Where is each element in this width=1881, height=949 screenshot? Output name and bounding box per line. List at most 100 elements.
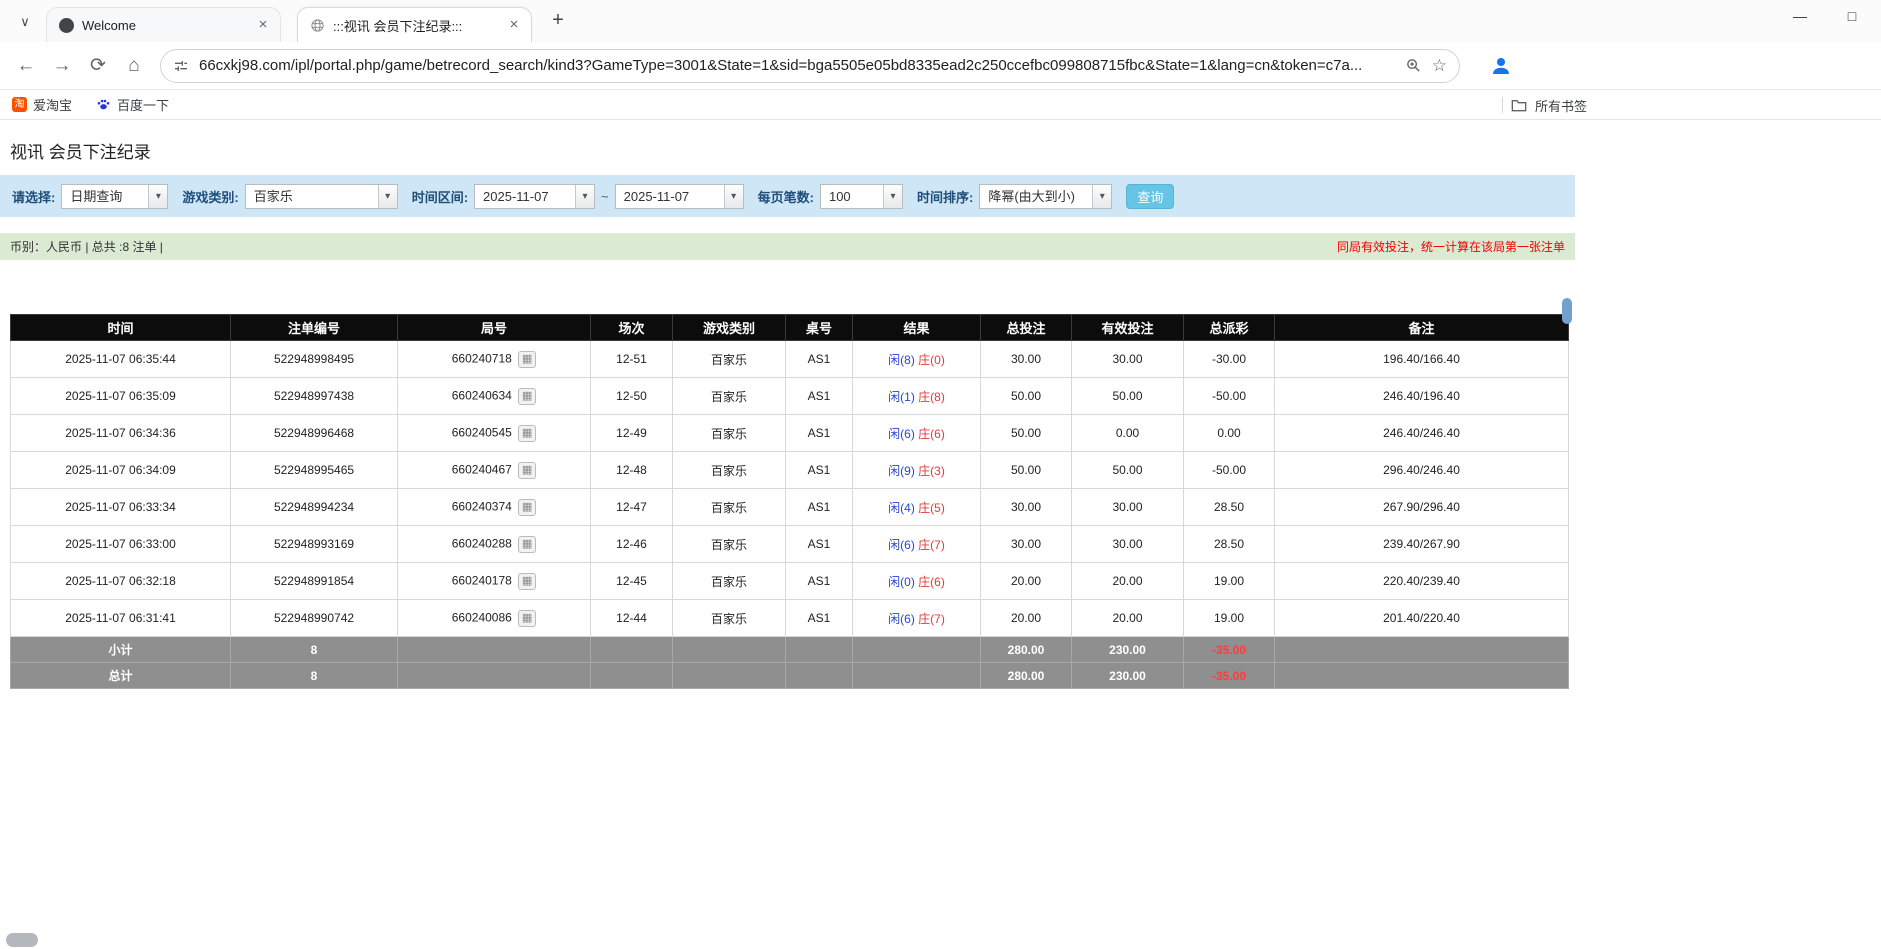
bookmark-star-icon[interactable]: ☆ <box>1432 56 1447 76</box>
result-player: 闲(0) <box>888 575 915 589</box>
selected-value: 100 <box>821 185 883 208</box>
replay-card-icon[interactable]: ▦ <box>518 425 536 442</box>
cell-remark: 296.40/246.40 <box>1275 452 1569 489</box>
cell-valid-bet: 30.00 <box>1072 341 1184 378</box>
cell-result: 闲(6) 庄(6) <box>853 415 981 452</box>
cell-game: 百家乐 <box>673 600 786 637</box>
cell-table: AS1 <box>786 378 853 415</box>
chevron-down-icon[interactable]: ▾ <box>378 185 397 208</box>
date-to-select[interactable]: 2025-11-07 ▾ <box>615 184 744 209</box>
result-player: 闲(6) <box>888 612 915 626</box>
cell-remark: 220.40/239.40 <box>1275 563 1569 600</box>
empty-cell <box>591 663 673 689</box>
filter-label-select: 请选择: <box>12 187 55 206</box>
selected-value: 2025-11-07 <box>616 185 724 208</box>
filter-label-sort: 时间排序: <box>917 187 973 206</box>
result-banker: 庄(8) <box>918 390 945 404</box>
cell-result: 闲(1) 庄(8) <box>853 378 981 415</box>
replay-card-icon[interactable]: ▦ <box>518 351 536 368</box>
cell-payout: -50.00 <box>1184 378 1275 415</box>
cell-session: 12-45 <box>591 563 673 600</box>
bet-records-table: 时间注单编号局号场次游戏类别桌号结果总投注有效投注总派彩备注 2025-11-0… <box>10 314 1569 689</box>
round-number: 660240178 <box>452 573 512 587</box>
empty-cell <box>786 637 853 663</box>
replay-card-icon[interactable]: ▦ <box>518 499 536 516</box>
home-button[interactable]: ⌂ <box>116 48 152 84</box>
empty-cell <box>1275 663 1569 689</box>
cell-total-bet: 30.00 <box>981 526 1072 563</box>
query-type-select[interactable]: 日期查询 ▾ <box>61 184 168 209</box>
tab-title: :::视讯 会员下注纪录::: <box>333 16 497 35</box>
table-row: 2025-11-07 06:31:41 522948990742 6602400… <box>11 600 1569 637</box>
globe-icon <box>310 18 325 33</box>
reload-button[interactable]: ⟳ <box>80 48 116 84</box>
chevron-down-icon[interactable]: ▾ <box>724 185 743 208</box>
bookmark-taobao[interactable]: 淘 爱淘宝 <box>12 95 72 114</box>
cell-bet-id: 522948993169 <box>231 526 398 563</box>
url-text: 66cxkj98.com/ipl/portal.php/game/betreco… <box>199 57 1395 74</box>
tab-search-button[interactable]: ∨ <box>12 9 38 35</box>
chevron-down-icon[interactable]: ▾ <box>1092 185 1111 208</box>
replay-card-icon[interactable]: ▦ <box>518 388 536 405</box>
maximize-button[interactable]: □ <box>1841 8 1863 24</box>
chevron-down-icon[interactable]: ▾ <box>148 185 167 208</box>
chevron-down-icon[interactable]: ▾ <box>883 185 902 208</box>
cell-bet-id: 522948998495 <box>231 341 398 378</box>
result-banker: 庄(0) <box>918 353 945 367</box>
round-number: 660240086 <box>452 610 512 624</box>
bookmarks-bar: 淘 爱淘宝 百度一下 所有书签 <box>0 90 1881 120</box>
selected-value: 2025-11-07 <box>475 185 575 208</box>
back-button[interactable]: ← <box>8 48 44 84</box>
search-button[interactable]: 查询 <box>1126 184 1174 209</box>
total-payout: -35.00 <box>1184 663 1275 689</box>
bookmark-baidu[interactable]: 百度一下 <box>96 95 169 114</box>
cell-valid-bet: 30.00 <box>1072 526 1184 563</box>
column-header: 场次 <box>591 315 673 341</box>
replay-card-icon[interactable]: ▦ <box>518 462 536 479</box>
cell-round: 660240178 ▦ <box>398 563 591 600</box>
table-row: 2025-11-07 06:34:09 522948995465 6602404… <box>11 452 1569 489</box>
url-bar[interactable]: 66cxkj98.com/ipl/portal.php/game/betreco… <box>160 49 1460 83</box>
empty-cell <box>853 637 981 663</box>
replay-card-icon[interactable]: ▦ <box>518 573 536 590</box>
tab-welcome[interactable]: Welcome × <box>46 7 281 42</box>
summary-currency-count: 币别：人民币 | 总共 :8 注单 | <box>10 238 163 255</box>
cell-session: 12-51 <box>591 341 673 378</box>
replay-card-icon[interactable]: ▦ <box>518 610 536 627</box>
tab-strip: ∨ Welcome × :::视讯 会员下注纪录::: × + — □ <box>0 0 1881 42</box>
subtotal-count: 8 <box>231 637 398 663</box>
close-icon[interactable]: × <box>505 16 523 34</box>
cell-remark: 239.40/267.90 <box>1275 526 1569 563</box>
time-sort-select[interactable]: 降幂(由大到小) ▾ <box>979 184 1112 209</box>
empty-cell <box>786 663 853 689</box>
cell-payout: 28.50 <box>1184 489 1275 526</box>
per-page-select[interactable]: 100 ▾ <box>820 184 903 209</box>
range-tilde: ~ <box>601 189 609 204</box>
cell-payout: 19.00 <box>1184 563 1275 600</box>
column-header: 局号 <box>398 315 591 341</box>
cell-payout: 0.00 <box>1184 415 1275 452</box>
date-from-select[interactable]: 2025-11-07 ▾ <box>474 184 595 209</box>
cell-table: AS1 <box>786 341 853 378</box>
close-icon[interactable]: × <box>254 16 272 34</box>
empty-cell <box>673 637 786 663</box>
game-type-select[interactable]: 百家乐 ▾ <box>245 184 398 209</box>
cell-game: 百家乐 <box>673 526 786 563</box>
chevron-down-icon[interactable]: ▾ <box>575 185 594 208</box>
cell-total-bet: 50.00 <box>981 378 1072 415</box>
new-tab-button[interactable]: + <box>546 9 570 33</box>
tab-betrecord[interactable]: :::视讯 会员下注纪录::: × <box>297 7 532 42</box>
bookmark-label: 爱淘宝 <box>33 95 72 114</box>
subtotal-valid-bet: 230.00 <box>1072 637 1184 663</box>
forward-button[interactable]: → <box>44 48 80 84</box>
zoom-icon[interactable] <box>1405 57 1422 74</box>
scrollbar-thumb[interactable] <box>1562 298 1572 324</box>
replay-card-icon[interactable]: ▦ <box>518 536 536 553</box>
minimize-button[interactable]: — <box>1789 8 1811 24</box>
baidu-paw-icon <box>96 97 111 112</box>
cell-result: 闲(6) 庄(7) <box>853 526 981 563</box>
profile-avatar[interactable] <box>1486 51 1516 81</box>
all-bookmarks[interactable]: 所有书签 <box>1502 90 1587 120</box>
browser-toolbar: ← → ⟳ ⌂ 66cxkj98.com/ipl/portal.php/game… <box>0 42 1881 90</box>
welcome-favicon <box>59 18 74 33</box>
